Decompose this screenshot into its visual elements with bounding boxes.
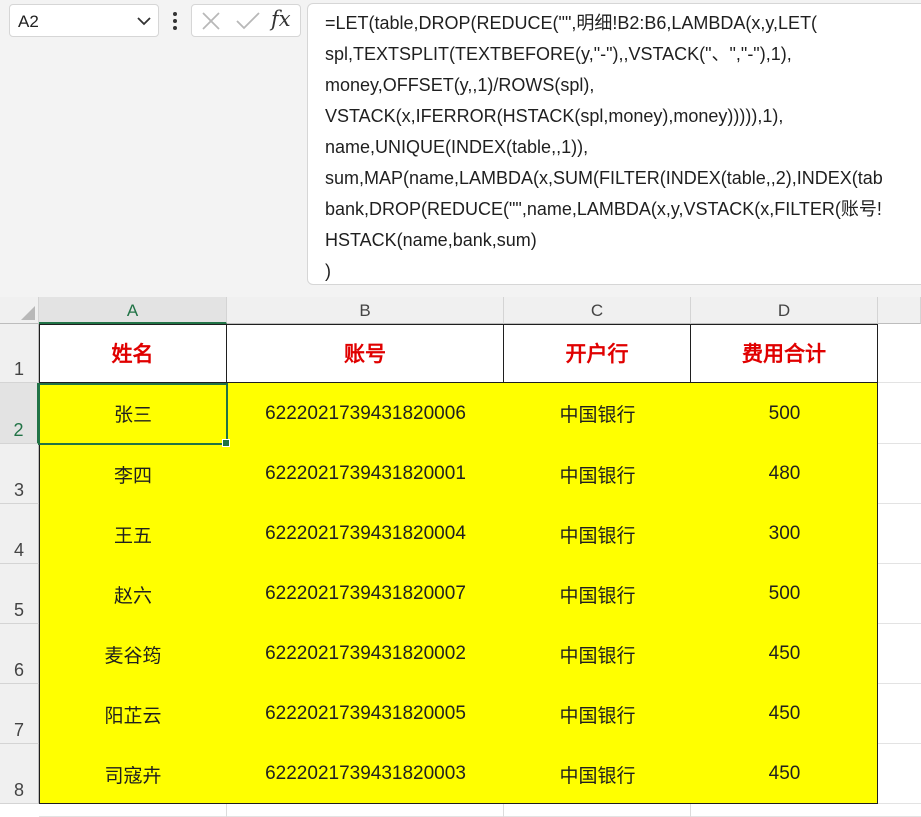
gridline bbox=[878, 503, 921, 504]
column-header-D[interactable]: D bbox=[691, 297, 878, 324]
formula-line: ) bbox=[325, 261, 331, 281]
row-header-1[interactable]: 1 bbox=[0, 324, 39, 383]
select-all-corner[interactable] bbox=[0, 297, 39, 324]
select-all-icon bbox=[21, 306, 35, 320]
table-cell[interactable]: 中国银行 bbox=[504, 383, 691, 444]
table-cell[interactable]: 480 bbox=[691, 444, 878, 504]
gridline bbox=[878, 623, 921, 624]
gridline bbox=[226, 804, 227, 817]
table-cell[interactable]: 6222021739431820002 bbox=[227, 624, 504, 684]
table-header-cell[interactable]: 账号 bbox=[227, 324, 504, 383]
table-cell[interactable]: 李四 bbox=[39, 444, 227, 504]
table-cell[interactable]: 王五 bbox=[39, 504, 227, 564]
table-cell[interactable]: 6222021739431820001 bbox=[227, 444, 504, 504]
table-cell[interactable]: 450 bbox=[691, 744, 878, 804]
gridline bbox=[690, 804, 691, 817]
formula-buttons: fx bbox=[191, 4, 301, 37]
gridline bbox=[878, 443, 921, 444]
row-number: 8 bbox=[13, 780, 24, 800]
table-cell[interactable]: 赵六 bbox=[39, 564, 227, 624]
row-header-3[interactable]: 3 bbox=[0, 444, 39, 504]
formula-bar-area: A2 fx =LET(table,DROP(REDUCE("",明细!B2:B6… bbox=[0, 0, 921, 297]
table-cell[interactable]: 6222021739431820005 bbox=[227, 684, 504, 744]
formula-line: =LET(table,DROP(REDUCE("",明细!B2:B6,LAMBD… bbox=[325, 13, 818, 33]
formula-line: spl,TEXTSPLIT(TEXTBEFORE(y,"-"),,VSTACK(… bbox=[325, 44, 792, 64]
table-cell[interactable]: 6222021739431820006 bbox=[227, 383, 504, 444]
table-cell[interactable]: 司寇卉 bbox=[39, 744, 227, 804]
row-number: 1 bbox=[13, 359, 24, 379]
formula-line: HSTACK(name,bank,sum) bbox=[325, 230, 537, 250]
gridline bbox=[878, 803, 921, 804]
formula-text: =LET(table,DROP(REDUCE("",明细!B2:B6,LAMBD… bbox=[325, 8, 883, 284]
gridline bbox=[878, 683, 921, 684]
gridline bbox=[878, 382, 921, 383]
more-options-icon[interactable] bbox=[168, 8, 182, 34]
table-cell[interactable]: 麦谷筠 bbox=[39, 624, 227, 684]
table-cell[interactable]: 450 bbox=[691, 684, 878, 744]
table-cell[interactable]: 500 bbox=[691, 383, 878, 444]
row-number: 2 bbox=[13, 420, 24, 440]
spreadsheet-grid: A B C D 1 2 3 4 5 6 7 8 姓名 账号 开户行 费用合计 张三 622202173943182… bbox=[0, 297, 921, 817]
column-header-B[interactable]: B bbox=[227, 297, 504, 324]
column-header-C[interactable]: C bbox=[504, 297, 691, 324]
row-header-7[interactable]: 7 bbox=[0, 684, 39, 744]
row-number: 3 bbox=[13, 480, 24, 500]
formula-line: bank,DROP(REDUCE("",name,LAMBDA(x,y,VSTA… bbox=[325, 199, 882, 219]
formula-line: money,OFFSET(y,,1)/ROWS(spl), bbox=[325, 75, 595, 95]
table-cell[interactable]: 中国银行 bbox=[504, 504, 691, 564]
row-number: 5 bbox=[13, 600, 24, 620]
table-cell[interactable]: 6222021739431820007 bbox=[227, 564, 504, 624]
row-header-2[interactable]: 2 bbox=[0, 383, 39, 444]
table-cell[interactable]: 300 bbox=[691, 504, 878, 564]
column-header-A[interactable]: A bbox=[39, 297, 227, 324]
gridline bbox=[503, 804, 504, 817]
formula-line: name,UNIQUE(INDEX(table,,1)), bbox=[325, 137, 589, 157]
row-header-8[interactable]: 8 bbox=[0, 744, 39, 804]
row-number: 7 bbox=[13, 720, 24, 740]
row-header-6[interactable]: 6 bbox=[0, 624, 39, 684]
table-cell[interactable]: 中国银行 bbox=[504, 564, 691, 624]
formula-input[interactable]: =LET(table,DROP(REDUCE("",明细!B2:B6,LAMBD… bbox=[307, 3, 921, 285]
chevron-down-icon[interactable] bbox=[136, 14, 152, 28]
row-header-4[interactable]: 4 bbox=[0, 504, 39, 564]
row-header-5[interactable]: 5 bbox=[0, 564, 39, 624]
table-header-cell[interactable]: 费用合计 bbox=[691, 324, 878, 383]
insert-function-icon[interactable]: fx bbox=[271, 7, 291, 31]
table-cell[interactable]: 450 bbox=[691, 624, 878, 684]
table-header-cell[interactable]: 姓名 bbox=[39, 324, 227, 383]
table-cell[interactable]: 6222021739431820004 bbox=[227, 504, 504, 564]
table-cell[interactable]: 6222021739431820003 bbox=[227, 744, 504, 804]
name-box[interactable]: A2 bbox=[9, 4, 159, 37]
formula-line: sum,MAP(name,LAMBDA(x,SUM(FILTER(INDEX(t… bbox=[325, 168, 883, 188]
table-cell[interactable]: 中国银行 bbox=[504, 744, 691, 804]
formula-line: VSTACK(x,IFERROR(HSTACK(spl,money),money… bbox=[325, 106, 784, 126]
row-number: 6 bbox=[13, 660, 24, 680]
enter-check-icon[interactable] bbox=[234, 5, 262, 36]
table-cell[interactable]: 阳芷云 bbox=[39, 684, 227, 744]
row-number: 4 bbox=[13, 540, 24, 560]
gridline bbox=[878, 563, 921, 564]
table-header-cell[interactable]: 开户行 bbox=[504, 324, 691, 383]
table-cell[interactable]: 中国银行 bbox=[504, 444, 691, 504]
gridline bbox=[878, 743, 921, 744]
name-box-value: A2 bbox=[18, 12, 39, 31]
cancel-icon[interactable] bbox=[200, 5, 222, 36]
table-cell[interactable]: 中国银行 bbox=[504, 624, 691, 684]
column-header-empty[interactable] bbox=[878, 297, 921, 324]
table-cell[interactable]: 中国银行 bbox=[504, 684, 691, 744]
table-cell[interactable]: 500 bbox=[691, 564, 878, 624]
table-cell[interactable]: 张三 bbox=[39, 383, 227, 444]
